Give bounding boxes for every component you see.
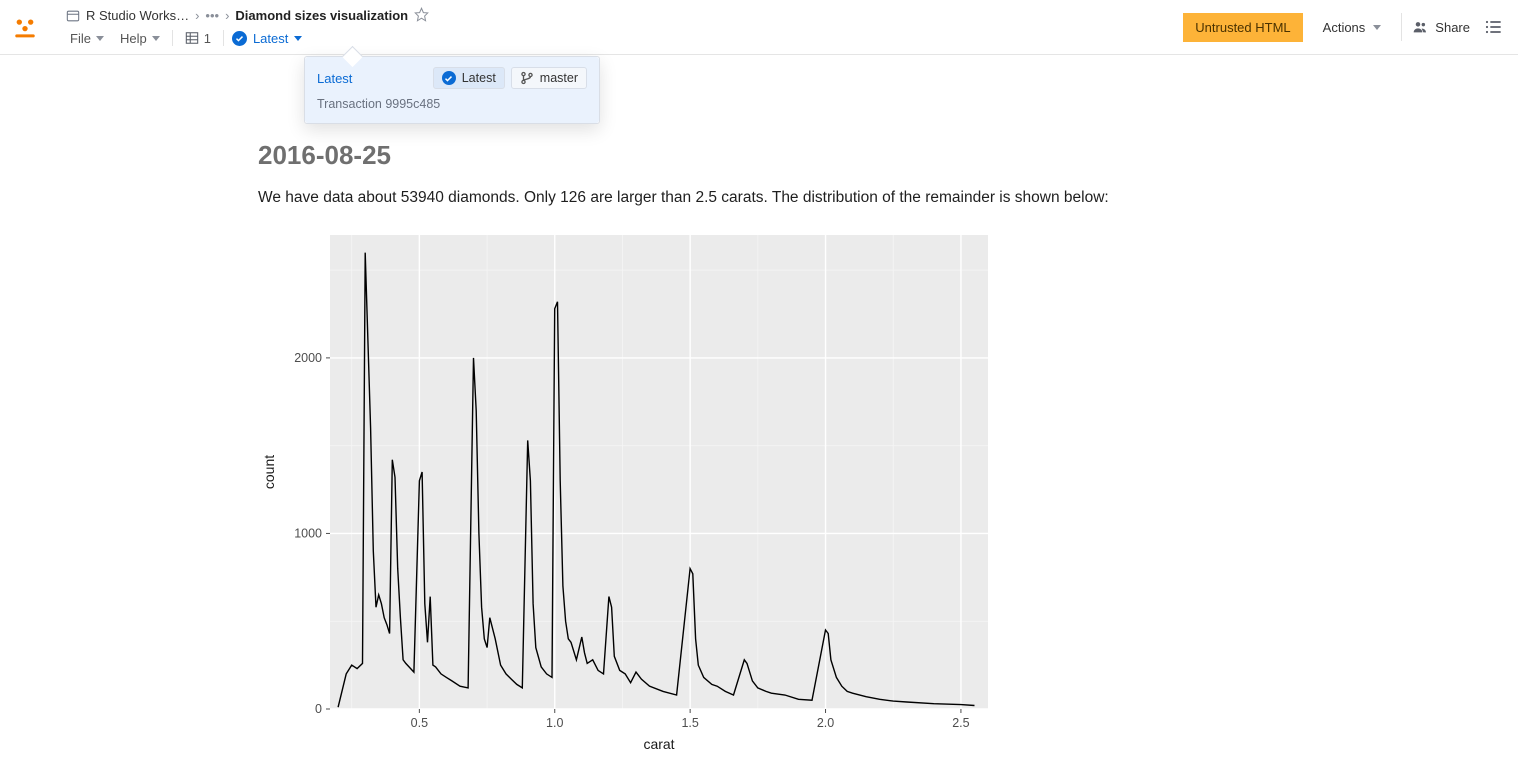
breadcrumb: R Studio Works… › ••• › Diamond sizes vi… [66, 7, 1183, 25]
workspace-icon [66, 9, 80, 23]
brand-icon [12, 14, 38, 40]
caret-down-icon [96, 36, 104, 41]
svg-text:2.0: 2.0 [817, 716, 834, 730]
help-menu-label: Help [120, 31, 147, 46]
check-circle-icon [442, 71, 456, 85]
list-icon [1484, 18, 1502, 36]
top-bar: R Studio Works… › ••• › Diamond sizes vi… [0, 0, 1518, 55]
version-popover-body: Latest Latest master Transaction 9995c48… [305, 57, 599, 123]
star-icon[interactable] [414, 7, 429, 25]
people-icon [1412, 19, 1428, 35]
popover-title: Latest [317, 71, 352, 86]
breadcrumb-workspace-label: R Studio Works… [86, 8, 189, 23]
share-button-label: Share [1435, 20, 1470, 35]
popover-subtitle: Transaction 9995c485 [317, 97, 587, 111]
svg-text:count: count [261, 455, 277, 489]
divider [223, 30, 224, 46]
version-selector[interactable]: Latest [232, 31, 302, 46]
brand-logo[interactable] [0, 0, 50, 54]
divider [1401, 13, 1402, 41]
svg-text:0.5: 0.5 [411, 716, 428, 730]
chart-container: 0.5 1.0 1.5 2.0 2.5 0 1000 2000 carat count [258, 227, 1158, 757]
document-text: We have data about 53940 diamonds. Only … [258, 187, 1158, 209]
master-pill-label: master [540, 71, 578, 85]
header-main: R Studio Works… › ••• › Diamond sizes vi… [50, 0, 1183, 54]
divider [172, 30, 173, 46]
check-circle-icon [232, 31, 247, 46]
version-selector-label: Latest [253, 31, 288, 46]
panel-toggle-button[interactable] [1480, 14, 1506, 40]
svg-text:carat: carat [643, 736, 674, 752]
actions-menu[interactable]: Actions [1313, 14, 1392, 41]
table-count[interactable]: 1 [181, 29, 215, 48]
latest-pill-label: Latest [462, 71, 496, 85]
svg-text:2000: 2000 [294, 351, 322, 365]
svg-text:1000: 1000 [294, 526, 322, 540]
breadcrumb-workspace[interactable]: R Studio Works… [66, 8, 189, 23]
latest-pill[interactable]: Latest [433, 67, 505, 89]
svg-text:0: 0 [315, 702, 322, 716]
breadcrumb-title: Diamond sizes visualization [235, 8, 408, 23]
file-menu-label: File [70, 31, 91, 46]
version-popover: Latest Latest master Transaction 9995c48… [304, 56, 600, 124]
table-icon [185, 31, 199, 45]
chevron-right-icon: › [225, 8, 229, 23]
file-menu[interactable]: File [66, 29, 108, 48]
branch-icon [520, 71, 534, 85]
caret-down-icon [294, 36, 302, 41]
svg-text:1.5: 1.5 [681, 716, 698, 730]
breadcrumb-ellipsis[interactable]: ••• [205, 8, 219, 23]
document-date: 2016-08-25 [258, 140, 1158, 171]
master-pill[interactable]: master [511, 67, 587, 89]
caret-down-icon [152, 36, 160, 41]
share-button[interactable]: Share [1412, 19, 1470, 35]
header-right: Untrusted HTML Actions Share [1183, 0, 1506, 54]
table-count-label: 1 [204, 31, 211, 46]
diamond-freqpoly-chart: 0.5 1.0 1.5 2.0 2.5 0 1000 2000 carat count [258, 227, 996, 757]
svg-text:1.0: 1.0 [546, 716, 563, 730]
svg-text:2.5: 2.5 [952, 716, 969, 730]
untrusted-html-button[interactable]: Untrusted HTML [1183, 13, 1302, 42]
actions-menu-label: Actions [1323, 20, 1366, 35]
help-menu[interactable]: Help [116, 29, 164, 48]
caret-down-icon [1373, 25, 1381, 30]
menubar: File Help 1 Latest [66, 29, 1183, 48]
document-body: 2016-08-25 We have data about 53940 diam… [258, 140, 1158, 757]
chevron-right-icon: › [195, 8, 199, 23]
